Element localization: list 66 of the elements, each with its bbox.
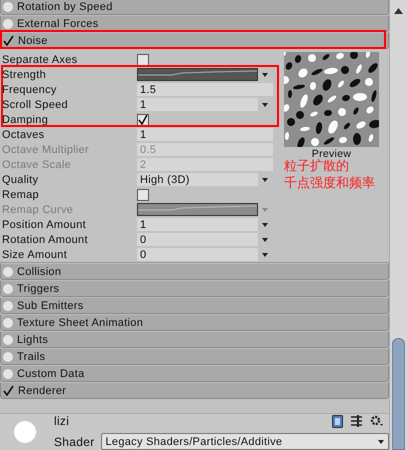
help-book-icon[interactable] <box>332 414 344 428</box>
material-sphere <box>14 421 36 443</box>
module-label: Lights <box>17 334 48 346</box>
property-label: Position Amount <box>2 218 87 230</box>
property-label: Frequency <box>2 84 58 96</box>
preview-label: Preview <box>312 148 352 160</box>
value-field[interactable]: 0 <box>137 233 258 246</box>
module-label: Texture Sheet Animation <box>17 316 144 328</box>
caret-icon[interactable] <box>262 102 268 106</box>
module-header[interactable]: Texture Sheet Animation <box>0 314 390 331</box>
module-label: Collision <box>17 266 62 278</box>
property-label: Octave Scale <box>2 158 72 170</box>
module-label: Rotation by Speed <box>17 0 113 12</box>
caret-icon[interactable] <box>262 252 268 256</box>
value-field[interactable]: 1 <box>137 98 258 111</box>
annotation-text: 千点强度和频率 <box>284 175 375 192</box>
property-label: Quality <box>2 174 40 186</box>
scrollbar-thumb[interactable] <box>392 338 406 450</box>
material-name: lizi <box>54 414 70 428</box>
number-field[interactable]: 1.5 <box>137 83 273 96</box>
value-field[interactable]: High (3D) <box>137 173 258 186</box>
caret-icon[interactable] <box>262 238 268 242</box>
annotation-text: 粒子扩散的 <box>284 158 349 175</box>
checkbox[interactable] <box>137 114 149 126</box>
property-label: Separate Axes <box>2 54 78 66</box>
scroll-up-icon[interactable] <box>394 8 404 14</box>
checkmark-icon[interactable] <box>3 385 14 396</box>
caret-icon[interactable] <box>378 440 384 444</box>
property-label: Damping <box>2 114 50 126</box>
module-label: External Forces <box>17 18 99 30</box>
module-label: Renderer <box>18 384 66 396</box>
value-field[interactable]: 0 <box>137 248 258 261</box>
number-field[interactable]: 1 <box>137 128 273 141</box>
checkmark-icon[interactable] <box>3 35 14 46</box>
module-label: Trails <box>17 350 46 362</box>
module-header[interactable]: Custom Data <box>0 365 390 382</box>
caret-icon[interactable] <box>262 222 268 226</box>
property-label: Octaves <box>2 128 46 140</box>
module-header[interactable]: Renderer <box>0 382 390 399</box>
property-label: Remap <box>2 188 40 200</box>
module-header[interactable]: Triggers <box>0 280 390 297</box>
module-label: Custom Data <box>17 368 84 380</box>
sliders-icon[interactable] <box>351 415 362 427</box>
curve-field[interactable] <box>137 68 258 81</box>
property-label: Octave Multiplier <box>2 144 90 156</box>
module-header[interactable]: Rotation by Speed <box>0 0 390 15</box>
checkbox[interactable] <box>137 54 149 66</box>
module-label: Triggers <box>17 282 60 294</box>
property-label: Strength <box>2 68 47 80</box>
module-label: Noise <box>18 34 48 46</box>
shader-dropdown[interactable]: Legacy Shaders/Particles/Additive <box>100 433 390 450</box>
checkbox[interactable] <box>137 188 149 200</box>
property-label: Size Amount <box>2 248 68 260</box>
property-label: Remap Curve <box>2 204 74 216</box>
module-header[interactable]: Collision <box>0 263 390 280</box>
settings-icon[interactable] <box>370 415 384 427</box>
module-header[interactable]: Lights <box>0 331 390 348</box>
module-header[interactable]: Trails <box>0 348 390 365</box>
property-label: Scroll Speed <box>2 98 69 110</box>
value-field[interactable]: 1 <box>137 218 258 231</box>
property-label: Rotation Amount <box>2 234 89 246</box>
module-header[interactable]: Sub Emitters <box>0 297 390 314</box>
caret-icon[interactable] <box>262 178 268 182</box>
shader-label: Shader <box>54 434 94 448</box>
module-label: Sub Emitters <box>17 300 84 312</box>
caret-icon[interactable] <box>262 72 268 76</box>
